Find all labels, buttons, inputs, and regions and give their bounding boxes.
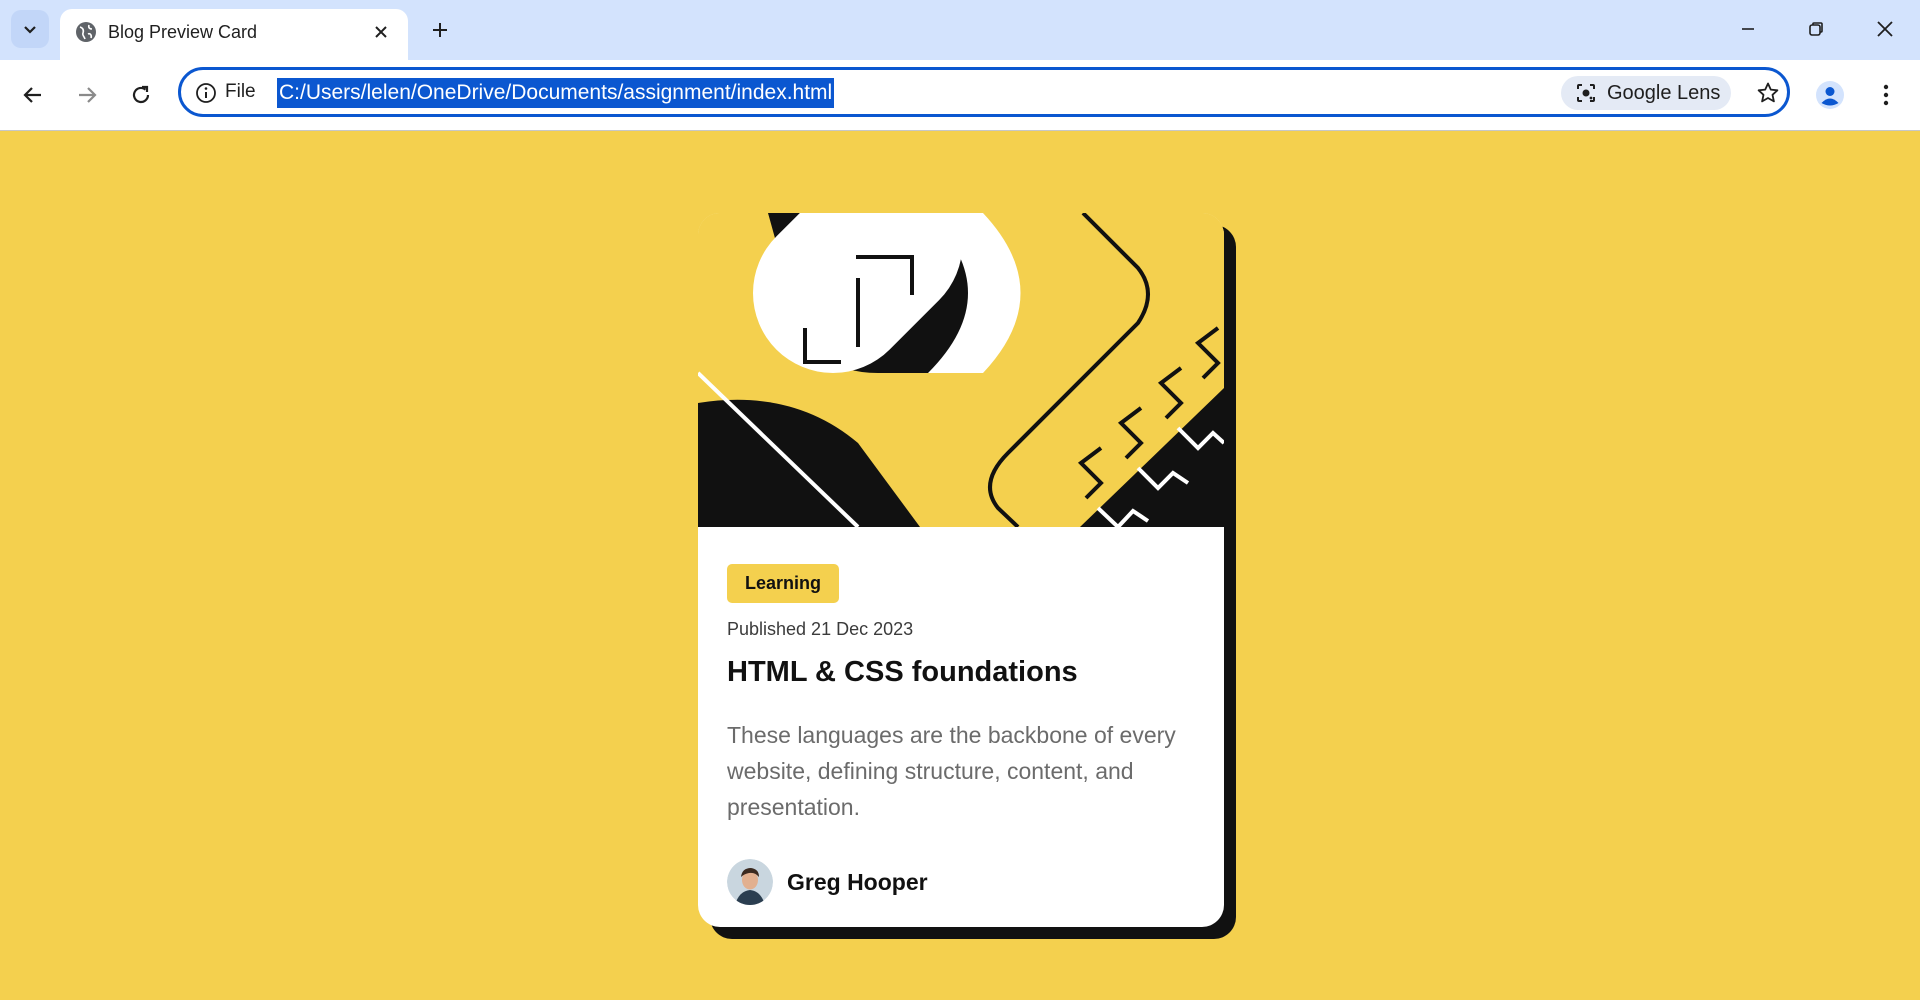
google-lens-label: Google Lens: [1607, 81, 1721, 104]
google-lens-button[interactable]: Google Lens: [1561, 76, 1731, 110]
globe-icon: [76, 22, 96, 42]
category-tag[interactable]: Learning: [727, 564, 840, 603]
avatar: [727, 859, 773, 905]
blog-preview-card: Learning Published 21 Dec 2023 HTML & CS…: [698, 213, 1224, 927]
tab-strip: Blog Preview Card: [0, 0, 1920, 60]
info-icon[interactable]: [195, 82, 217, 104]
bookmark-button[interactable]: [1751, 76, 1785, 110]
author-name: Greg Hooper: [787, 868, 928, 895]
address-bar[interactable]: File C:/Users/lelen/OneDrive/Documents/a…: [178, 67, 1790, 117]
tab-close-button[interactable]: [368, 19, 394, 45]
card-body: Learning Published 21 Dec 2023 HTML & CS…: [727, 564, 1197, 905]
minimize-button[interactable]: [1725, 12, 1771, 46]
forward-button[interactable]: [67, 75, 107, 115]
page-viewport: Learning Published 21 Dec 2023 HTML & CS…: [0, 131, 1920, 1000]
close-icon: [1877, 21, 1893, 37]
published-date: Published 21 Dec 2023: [727, 619, 914, 639]
reload-button[interactable]: [121, 75, 161, 115]
card-title[interactable]: HTML & CSS foundations: [727, 656, 1197, 689]
close-icon: [375, 26, 387, 38]
camera-icon: [1577, 84, 1595, 102]
restore-button[interactable]: [1793, 12, 1839, 46]
reload-icon: [132, 85, 150, 104]
card-excerpt: These languages are the backbone of ever…: [727, 722, 1176, 820]
close-window-button[interactable]: [1862, 12, 1908, 46]
tab-search-button[interactable]: [11, 10, 49, 48]
browser-menu-button[interactable]: [1870, 77, 1902, 113]
scheme-label: File: [225, 81, 256, 102]
card-illustration: [698, 213, 1224, 527]
profile-icon: [1816, 81, 1844, 109]
arrow-left-icon: [23, 87, 41, 103]
star-icon: [1757, 82, 1779, 103]
arrow-right-icon: [79, 87, 97, 103]
tab-title: Blog Preview Card: [108, 22, 258, 42]
profile-button[interactable]: [1812, 77, 1848, 113]
url-text[interactable]: C:/Users/lelen/OneDrive/Documents/assign…: [277, 78, 835, 108]
minimize-icon: [1742, 28, 1754, 30]
new-tab-button[interactable]: [424, 14, 456, 46]
back-button[interactable]: [13, 75, 53, 115]
active-tab[interactable]: Blog Preview Card: [60, 9, 408, 60]
more-vertical-icon: [1883, 84, 1889, 106]
restore-icon: [1809, 22, 1823, 36]
plus-icon: [433, 23, 447, 37]
author: Greg Hooper: [727, 859, 1197, 905]
chevron-down-icon: [24, 26, 36, 34]
browser-toolbar: File C:/Users/lelen/OneDrive/Documents/a…: [0, 60, 1920, 131]
